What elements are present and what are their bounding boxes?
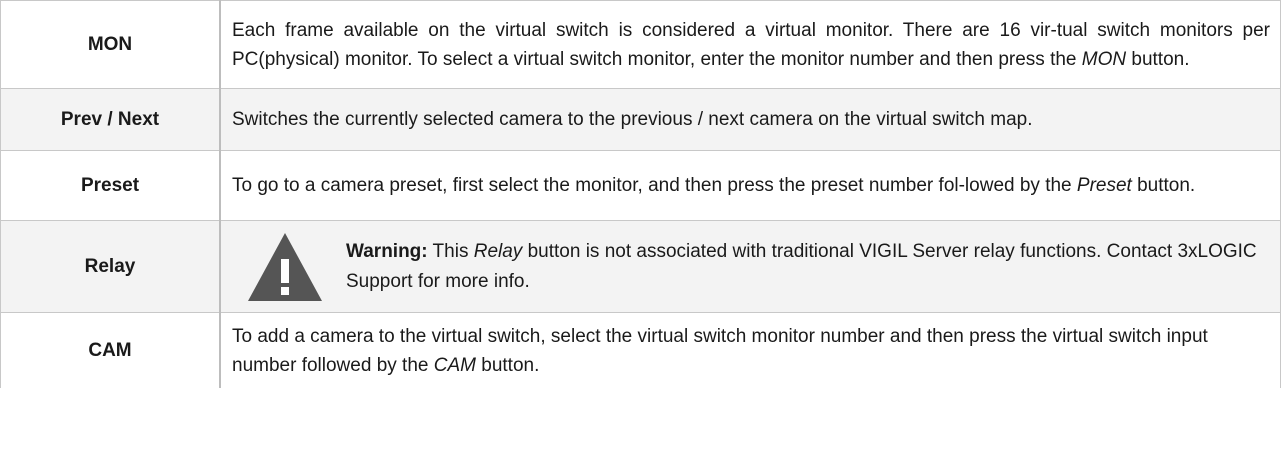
table-row: Prev / Next Switches the currently selec… bbox=[0, 88, 1281, 151]
description-cell: To go to a camera preset, first select t… bbox=[219, 150, 1281, 221]
warning-emphasis: Relay bbox=[473, 240, 523, 262]
description-text-end: button. bbox=[1131, 175, 1196, 196]
warning-triangle-icon bbox=[248, 232, 322, 301]
table-row: Preset To go to a camera preset, first s… bbox=[0, 150, 1281, 221]
description-emphasis: MON bbox=[1081, 48, 1127, 70]
warning-cell: Warning: This Relay button is not associ… bbox=[219, 220, 1281, 313]
description-text: To add a camera to the virtual switch, s… bbox=[232, 325, 1208, 376]
warning-label: Warning: bbox=[346, 240, 428, 262]
table-row: CAM To add a camera to the virtual switc… bbox=[0, 312, 1281, 388]
warning-note: Warning: This Relay button is not associ… bbox=[232, 231, 1270, 303]
description-emphasis: CAM bbox=[433, 354, 476, 376]
description-emphasis: Preset bbox=[1076, 175, 1132, 196]
description-text-end: button. bbox=[1126, 48, 1190, 70]
table-row: MON Each frame available on the virtual … bbox=[0, 0, 1281, 89]
term-cell: Relay bbox=[0, 220, 221, 313]
warning-text: Warning: This Relay button is not associ… bbox=[346, 237, 1270, 297]
description-text: To go to a camera preset, first select t… bbox=[232, 175, 1077, 196]
description-text-end: button. bbox=[475, 354, 540, 376]
description-cell: Switches the currently selected camera t… bbox=[219, 88, 1281, 151]
term-cell: MON bbox=[0, 0, 221, 89]
description-cell: Each frame available on the virtual swit… bbox=[219, 0, 1281, 89]
description-text: Switches the currently selected camera t… bbox=[232, 109, 1033, 130]
warning-text-start: This bbox=[427, 240, 474, 262]
term-cell: Preset bbox=[0, 150, 221, 221]
definition-table: MON Each frame available on the virtual … bbox=[0, 0, 1281, 388]
term-cell: Prev / Next bbox=[0, 88, 221, 151]
term-cell: CAM bbox=[0, 312, 221, 388]
description-cell: To add a camera to the virtual switch, s… bbox=[219, 312, 1281, 388]
table-row: Relay Warning: This Relay button is not … bbox=[0, 220, 1281, 313]
